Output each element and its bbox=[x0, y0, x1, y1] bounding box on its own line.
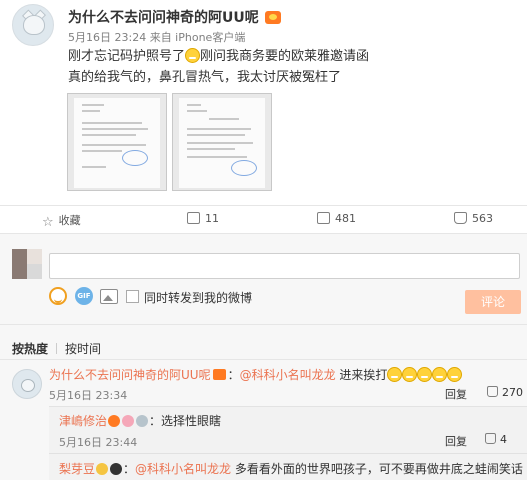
badge-icon bbox=[96, 463, 109, 475]
image-icon[interactable] bbox=[100, 289, 118, 304]
thumbs-up-icon bbox=[485, 433, 496, 444]
current-user-avatar bbox=[12, 249, 42, 279]
share-count: 11 bbox=[205, 212, 219, 225]
text-line bbox=[82, 150, 122, 152]
reply-list: 津嶋修治 ：选择性眼瞎 5月16日 23:44 回复 4 梨芽豆 ：@科科小名叫龙龙… bbox=[49, 406, 527, 480]
text-line bbox=[82, 144, 146, 146]
reply-like-count: 4 bbox=[500, 433, 507, 446]
badge-icon bbox=[136, 415, 149, 427]
member-crown-icon bbox=[212, 369, 226, 380]
reply-author[interactable]: 津嶋修治 bbox=[59, 414, 107, 428]
post-image-1[interactable] bbox=[67, 93, 167, 191]
tab-divider bbox=[56, 343, 58, 354]
comment-text: 为什么不去问问神奇的阿UU呢 ：@科科小名叫龙龙 进来挨打 bbox=[49, 365, 463, 385]
gif-icon[interactable]: GIF bbox=[75, 287, 93, 305]
submit-comment-button[interactable]: 评论 bbox=[465, 290, 521, 314]
share-button[interactable]: 11 bbox=[187, 212, 219, 225]
reply-body: ：选择性眼瞎 bbox=[149, 414, 222, 428]
text-line bbox=[187, 128, 251, 130]
badge-icon bbox=[108, 415, 121, 427]
text-line bbox=[82, 128, 148, 130]
comment-sort-tabs: 按热度 按时间 bbox=[12, 340, 101, 357]
text-line bbox=[187, 148, 235, 150]
forward-label[interactable]: 同时转发到我的微博 bbox=[144, 289, 252, 306]
grin-emoji-icon bbox=[185, 48, 201, 63]
post-time-source: 5月16日 23:24 来自 iPhone客户端 bbox=[68, 31, 246, 44]
reply-button[interactable]: 回复 bbox=[445, 386, 467, 402]
comment-icon bbox=[317, 212, 330, 224]
stamp-mark bbox=[231, 160, 257, 176]
reply-body: 多看看外面的世界吧孩子，可不要再做井底之蛙闹笑话 bbox=[231, 462, 523, 476]
text-line bbox=[187, 134, 245, 136]
author-name-text[interactable]: 为什么不去问问神奇的阿UU呢 bbox=[68, 10, 259, 26]
post-text-line1-before: 刚才忘记码护照号了 bbox=[68, 49, 186, 64]
mention-link[interactable]: @科科小名叫龙龙 bbox=[135, 462, 231, 476]
text-line bbox=[187, 142, 253, 144]
forward-checkbox[interactable] bbox=[126, 290, 139, 303]
grin-emoji-icon bbox=[432, 367, 448, 382]
mention-link[interactable]: @科科小名叫龙龙 bbox=[240, 368, 336, 382]
text-line bbox=[82, 166, 106, 168]
text-line bbox=[82, 122, 142, 124]
comment-body: 进来挨打 bbox=[335, 368, 388, 382]
panda-icon bbox=[110, 463, 123, 475]
favorite-label: 收藏 bbox=[58, 214, 81, 227]
reply-button[interactable]: 回复 bbox=[445, 433, 467, 449]
text-line bbox=[209, 118, 239, 120]
comment-like-count: 270 bbox=[502, 386, 523, 399]
commenter-name[interactable]: 为什么不去问问神奇的阿UU呢 bbox=[49, 368, 211, 382]
post-text-line2: 真的给我气的，鼻孔冒热气，我太讨厌被冤枉了 bbox=[68, 70, 342, 85]
divider bbox=[0, 324, 527, 325]
reply-text: 津嶋修治 ：选择性眼瞎 bbox=[59, 412, 221, 429]
divider bbox=[49, 453, 527, 454]
reply-time: 5月16日 23:44 bbox=[59, 436, 138, 449]
post-text-line1-after: 刚问我商务要的欧莱雅邀请函 bbox=[200, 49, 370, 64]
commenter-avatar[interactable] bbox=[12, 369, 42, 399]
thumbs-up-icon bbox=[487, 386, 498, 397]
post-action-bar: ☆ 收藏 11 481 563 bbox=[0, 205, 527, 233]
comment-section: GIF 同时转发到我的微博 评论 按热度 按时间 为什么不去问问神奇的阿UU呢 ：@… bbox=[0, 233, 527, 480]
text-line bbox=[82, 134, 136, 136]
text-line bbox=[187, 110, 207, 112]
post-image-2[interactable] bbox=[172, 93, 272, 191]
star-icon: ☆ bbox=[42, 215, 54, 230]
comment-count: 481 bbox=[335, 212, 356, 225]
reply-author[interactable]: 梨芽豆 bbox=[59, 462, 95, 476]
grin-emoji-icon bbox=[447, 367, 463, 382]
divider bbox=[0, 359, 527, 360]
grin-emoji-icon bbox=[402, 367, 418, 382]
author-name[interactable]: 为什么不去问问神奇的阿UU呢 bbox=[68, 7, 281, 27]
author-avatar[interactable] bbox=[12, 4, 54, 46]
reply-like-button[interactable]: 4 bbox=[485, 433, 507, 446]
post-content: 刚才忘记码护照号了 刚问我商务要的欧莱雅邀请函 真的给我气的，鼻孔冒热气，我太讨厌… bbox=[68, 46, 508, 88]
text-line bbox=[82, 104, 104, 106]
favorite-button[interactable]: ☆ 收藏 bbox=[42, 212, 81, 229]
stamp-mark bbox=[122, 150, 148, 166]
badge-icon bbox=[122, 415, 135, 427]
reply-text: 梨芽豆 ：@科科小名叫龙龙 多看看外面的世界吧孩子，可不要再做井底之蛙闹笑话 bbox=[59, 462, 523, 476]
document-page bbox=[74, 98, 160, 188]
sort-by-time-tab[interactable]: 按时间 bbox=[65, 342, 101, 356]
grin-emoji-icon bbox=[417, 367, 433, 382]
avatar-block bbox=[27, 249, 42, 264]
comment-like-button[interactable]: 270 bbox=[487, 386, 523, 399]
comment-button[interactable]: 481 bbox=[317, 212, 356, 225]
share-icon bbox=[187, 212, 200, 224]
weibo-post: 为什么不去问问神奇的阿UU呢 5月16日 23:24 来自 iPhone客户端 … bbox=[0, 0, 527, 232]
comment-time: 5月16日 23:34 bbox=[49, 389, 128, 402]
like-count: 563 bbox=[472, 212, 493, 225]
text-line bbox=[187, 104, 201, 106]
sort-by-hot-tab[interactable]: 按热度 bbox=[12, 342, 48, 356]
grin-emoji-icon bbox=[387, 367, 403, 382]
text-line bbox=[187, 156, 247, 158]
smile-icon[interactable] bbox=[49, 287, 67, 305]
comment-input[interactable] bbox=[49, 253, 520, 279]
member-crown-icon[interactable] bbox=[264, 11, 281, 24]
thumbs-up-icon bbox=[454, 212, 467, 224]
like-button[interactable]: 563 bbox=[454, 212, 493, 225]
avatar-face bbox=[23, 15, 45, 35]
text-line bbox=[82, 110, 100, 112]
document-page bbox=[179, 98, 265, 188]
avatar-block bbox=[12, 249, 27, 279]
